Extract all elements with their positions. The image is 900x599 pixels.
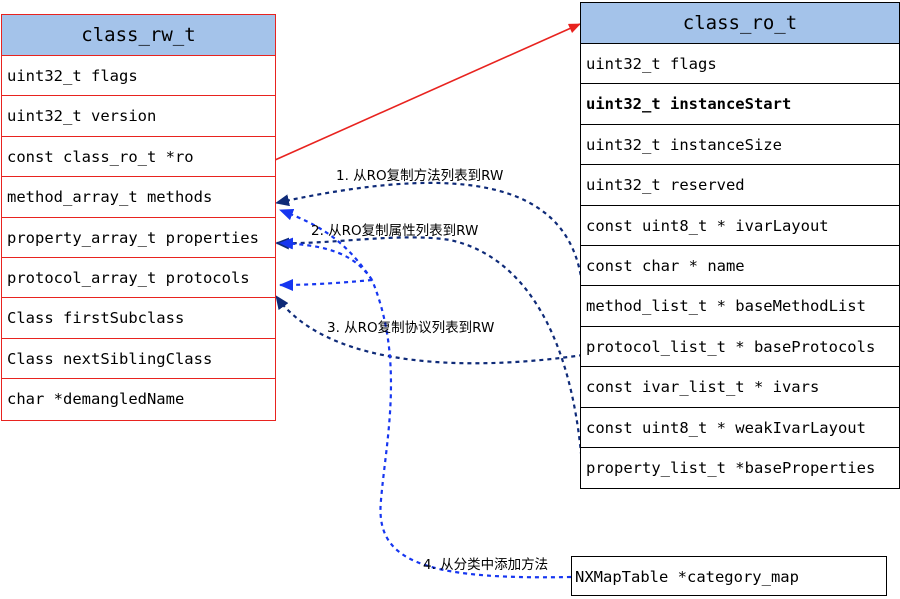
rw-field-flags: uint32_t flags xyxy=(2,56,275,97)
ro-field-weak-ivar-layout: const uint8_t * weakIvarLayout xyxy=(581,408,899,448)
ro-field-name: const char * name xyxy=(581,246,899,287)
ro-field-ivars: const ivar_list_t * ivars xyxy=(581,367,899,408)
category-map-box: NXMapTable *category_map xyxy=(571,556,887,596)
rw-field-methods: method_array_t methods xyxy=(2,177,275,218)
category-to-protocols-arrow xyxy=(279,278,373,291)
label-copy-methods: 1. 从RO复制方法列表到RW xyxy=(336,168,504,184)
copy-methods-arrow xyxy=(275,181,585,316)
category-to-properties-arrow xyxy=(279,237,373,281)
ro-pointer-arrow xyxy=(274,23,581,161)
ro-field-reserved: uint32_t reserved xyxy=(581,165,899,206)
class-ro-t-title: class_ro_t xyxy=(581,3,899,44)
ro-field-base-protocols: protocol_list_t * baseProtocols xyxy=(581,327,899,368)
ro-field-ivar-layout: const uint8_t * ivarLayout xyxy=(581,206,899,246)
class-rw-t-table: class_rw_t uint32_t flags uint32_t versi… xyxy=(1,14,276,421)
rw-field-first-subclass: Class firstSubclass xyxy=(2,298,275,339)
rw-field-properties: property_array_t properties xyxy=(2,218,275,258)
rw-field-protocols: protocol_array_t protocols xyxy=(2,258,275,299)
class-ro-t-table: class_ro_t uint32_t flags uint32_t insta… xyxy=(580,2,900,490)
label-copy-protocols: 3. 从RO复制协议列表到RW xyxy=(327,320,495,336)
ro-field-instance-start: uint32_t instanceStart xyxy=(581,84,899,125)
label-copy-properties: 2. 从RO复制属性列表到RW xyxy=(311,223,479,239)
rw-field-next-sibling-class: Class nextSiblingClass xyxy=(2,339,275,380)
copy-properties-arrow xyxy=(275,236,585,481)
class-rw-t-title: class_rw_t xyxy=(2,15,275,56)
ro-field-instance-size: uint32_t instanceSize xyxy=(581,125,899,166)
ro-field-base-method-list: method_list_t * baseMethodList xyxy=(581,286,899,327)
rw-field-version: uint32_t version xyxy=(2,96,275,137)
rw-field-ro: const class_ro_t *ro xyxy=(2,137,275,178)
rw-field-demangled-name: char *demangledName xyxy=(7,390,185,409)
ro-field-flags: uint32_t flags xyxy=(581,44,899,85)
ro-field-base-properties: property_list_t *baseProperties xyxy=(586,458,876,477)
label-add-from-category: 4. 从分类中添加方法 xyxy=(423,557,549,573)
